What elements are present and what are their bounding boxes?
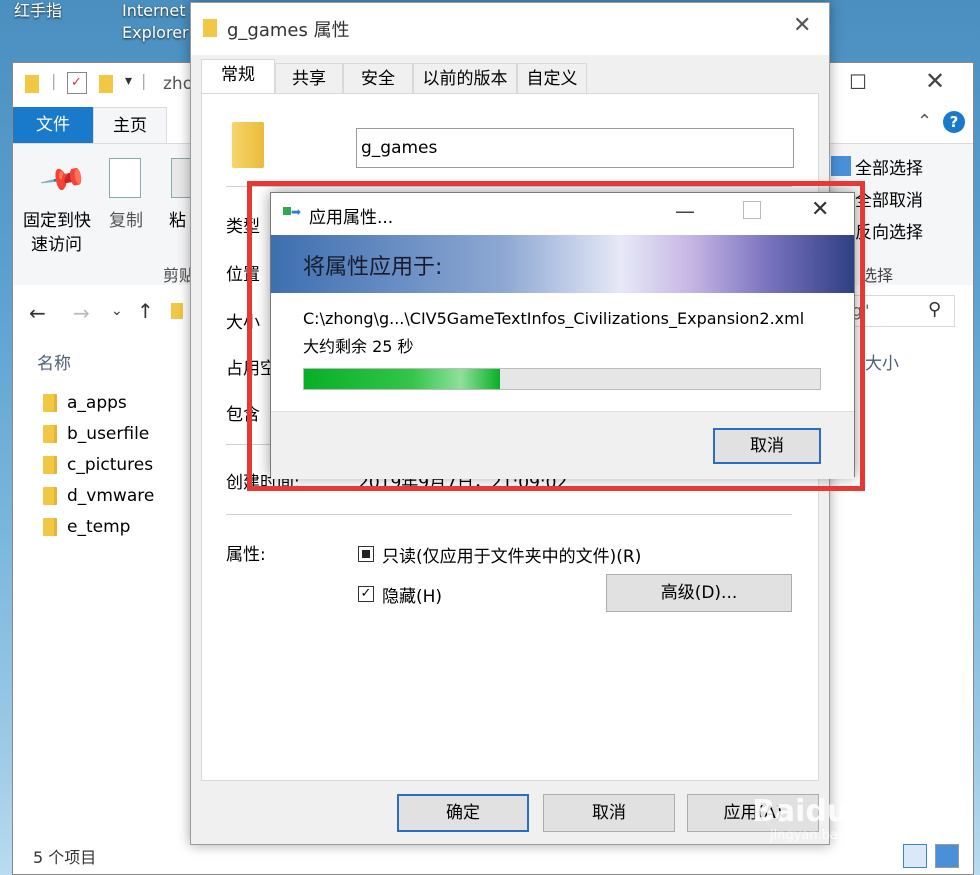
folder-icon [25,75,39,93]
list-item[interactable]: c_pictures [43,451,153,479]
select-group-label: 选择 [861,266,894,285]
copy-icon [109,158,141,198]
select-all-icon [831,156,851,176]
details-view-icon[interactable] [903,844,927,868]
address-folder-icon [171,303,183,319]
readonly-checkbox[interactable] [358,546,374,562]
divider: | [51,71,57,90]
up-arrow-icon[interactable]: ↑ [137,299,154,323]
invert-selection-button[interactable]: 反向选择 [855,218,923,243]
divider [226,514,792,515]
highlight-box [247,181,865,491]
pin-label[interactable]: 固定到快 [23,206,91,231]
list-item[interactable]: b_userfile [43,420,149,448]
tab-home[interactable]: 主页 [93,107,167,143]
item-name: c_pictures [67,455,154,475]
list-item[interactable]: a_apps [43,389,127,417]
dialog-title: g_games 属性 [227,20,350,41]
item-name: d_vmware [67,486,155,506]
search-icon[interactable]: ⚲ [928,299,941,320]
column-header-size[interactable]: 大小 [865,349,899,374]
new-folder-icon[interactable] [99,75,113,93]
list-item[interactable]: e_temp [43,513,130,541]
watermark-brand: Baidu经验 [752,794,909,829]
advanced-button[interactable]: 高级(D)... [606,574,792,612]
item-name: e_temp [67,517,131,537]
folder-icon [43,487,57,505]
tab-customize[interactable]: 自定义 [517,63,587,93]
select-none-button[interactable]: 全部取消 [855,186,923,211]
forward-arrow-icon[interactable]: → [73,301,90,325]
folder-icon [232,122,264,168]
maximize-button[interactable]: ☐ [849,70,869,94]
collapse-ribbon-icon[interactable]: ⌃ [917,111,932,132]
watermark-url: jingyan.baidu.com [770,828,890,843]
quick-access-dropdown-icon[interactable]: ▾ [125,73,132,89]
attributes-label: 属性: [226,545,266,565]
window-title: zho [163,74,194,94]
column-header-name[interactable]: 名称 [37,349,71,374]
select-all-button[interactable]: 全部选择 [855,154,923,179]
paste-button[interactable]: 粘 [169,206,186,231]
tab-previous-versions[interactable]: 以前的版本 [413,63,517,93]
close-button[interactable]: ✕ [793,13,811,38]
divider: | [141,71,147,90]
item-name: b_userfile [67,424,150,444]
folder-icon [43,518,57,536]
help-icon[interactable]: ? [943,111,965,133]
ok-button[interactable]: 确定 [397,794,529,832]
pin-label[interactable]: 速访问 [31,230,82,255]
indeterminate-mark [362,550,370,558]
desktop-icon-label[interactable]: 红手指 [14,0,62,22]
close-button[interactable]: ✕ [925,67,945,95]
folder-icon [43,394,57,412]
recent-locations-icon[interactable]: ⌄ [111,303,123,319]
desktop-icon-label[interactable]: Explorer [122,22,189,44]
tab-file[interactable]: 文件 [13,107,93,143]
pin-icon: 📌 [38,154,90,205]
folder-icon [203,19,217,37]
large-icons-view-icon[interactable] [935,844,959,868]
tab-general[interactable]: 常规 [201,59,275,95]
folder-icon [43,425,57,443]
properties-titlebar: g_games 属性 ✕ [191,3,829,55]
tab-security[interactable]: 安全 [343,63,413,93]
folder-name-input[interactable] [356,128,794,168]
tab-sharing[interactable]: 共享 [275,63,343,93]
readonly-label: 只读(仅应用于文件夹中的文件)(R) [382,547,642,567]
folder-icon [43,456,57,474]
hidden-label: 隐藏(H) [382,587,443,607]
back-arrow-icon[interactable]: ← [29,301,46,325]
item-count: 5 个项目 [33,848,97,867]
properties-icon[interactable]: ✓ [67,72,87,94]
copy-button[interactable]: 复制 [109,206,143,231]
cancel-button[interactable]: 取消 [543,794,675,832]
list-item[interactable]: d_vmware [43,482,154,510]
desktop-icon-label[interactable]: Internet [122,0,186,22]
item-name: a_apps [67,393,127,413]
hidden-checkbox[interactable]: ✓ [358,586,374,602]
